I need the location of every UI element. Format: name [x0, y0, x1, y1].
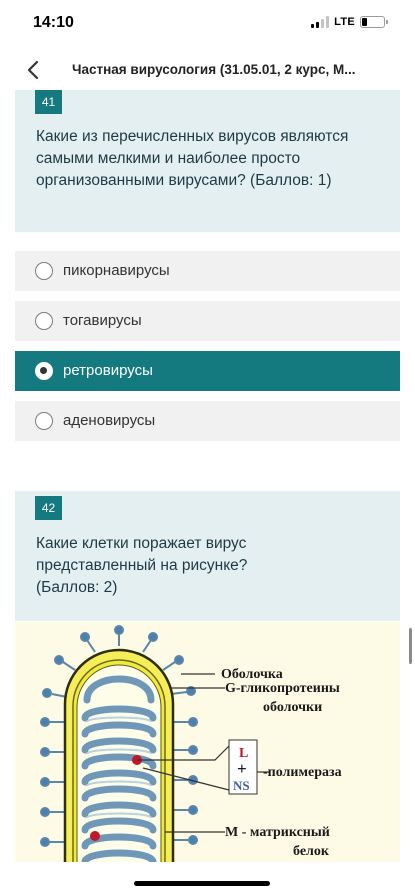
signal-icon — [311, 16, 330, 28]
label-matrix-2: белок — [293, 844, 330, 859]
answer-option-label: тогавирусы — [63, 312, 142, 329]
status-time: 14:10 — [33, 14, 74, 31]
network-type: LTE — [334, 16, 355, 28]
question-number-badge: 42 — [35, 496, 62, 520]
chevron-left-icon — [27, 60, 39, 80]
label-pol-plus: + — [237, 759, 247, 778]
radio-button-checked[interactable] — [35, 362, 53, 380]
answer-option[interactable]: пикорнавирусы — [15, 251, 400, 291]
question-prompt: Какие клетки поражает вирус представленн… — [36, 535, 248, 574]
radio-button[interactable] — [35, 262, 53, 280]
home-indicator[interactable] — [134, 881, 270, 886]
answer-option-label: аденовирусы — [63, 412, 156, 429]
battery-icon — [360, 16, 388, 28]
answer-option-label: ретровирусы — [63, 362, 153, 379]
question-card-42: 42 Какие клетки поражает вирус представл… — [15, 491, 400, 621]
question-text: Какие из перечисленных вирусов являются … — [36, 126, 366, 192]
label-glycoproteins-2: оболочки — [263, 700, 322, 715]
scrollbar[interactable] — [409, 628, 412, 664]
question-card-41: 41 Какие из перечисленных вирусов являют… — [15, 90, 400, 232]
page-title: Частная вирусология (31.05.01, 2 курс, М… — [72, 62, 356, 77]
answer-option-label: пикорнавирусы — [63, 262, 170, 279]
radio-button[interactable] — [35, 312, 53, 330]
label-pol-NS: NS — [233, 778, 250, 793]
answer-option[interactable]: тогавирусы — [15, 301, 400, 341]
virus-diagram-svg: Оболочка G-гликопротеины оболочки L + NS… — [40, 625, 342, 862]
radio-button[interactable] — [35, 412, 53, 430]
nav-bar: Частная вирусология (31.05.01, 2 курс, М… — [0, 50, 415, 90]
battery-fill — [362, 18, 367, 26]
status-indicators: LTE — [311, 16, 388, 28]
label-matrix-1: M - матриксный — [225, 825, 330, 840]
question-points: (Баллов: 2) — [36, 579, 118, 596]
virus-diagram: Оболочка G-гликопротеины оболочки L + NS… — [15, 622, 400, 862]
question-points: (Баллов: 1) — [250, 172, 332, 189]
question-number-badge: 41 — [35, 90, 62, 114]
status-bar: 14:10 LTE — [0, 0, 415, 48]
label-polymerase: -полимераза — [263, 765, 342, 780]
answer-option-selected[interactable]: ретровирусы — [15, 351, 400, 391]
polymerase-dot — [90, 831, 100, 841]
label-envelope: Оболочка — [221, 667, 283, 682]
answer-option[interactable]: аденовирусы — [15, 401, 400, 441]
label-glycoproteins-1: G-гликопротеины — [225, 681, 340, 696]
back-button[interactable] — [20, 56, 48, 84]
question-text: Какие клетки поражает вирус представленн… — [36, 533, 366, 599]
